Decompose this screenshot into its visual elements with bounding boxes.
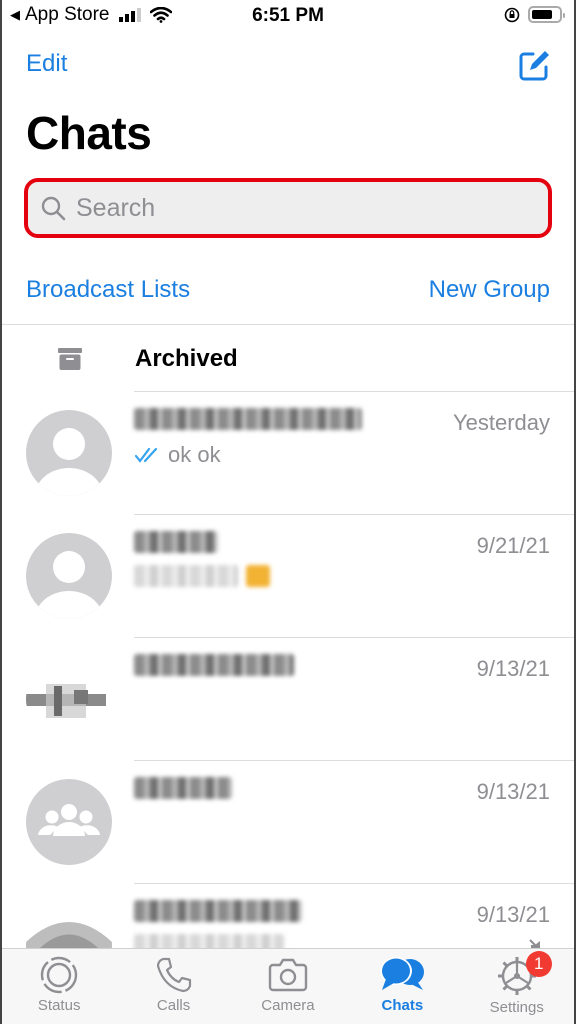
battery-icon: [528, 6, 565, 23]
status-icon: [40, 956, 78, 994]
broadcast-lists-link[interactable]: Broadcast Lists: [26, 276, 190, 304]
tab-status[interactable]: Status: [4, 949, 114, 1024]
archive-box-icon: [58, 348, 82, 370]
list-actions: Broadcast Lists New Group: [26, 276, 550, 310]
chat-row[interactable]: 9/13/21: [2, 638, 574, 761]
chat-name: [134, 900, 302, 928]
tab-label: Calls: [156, 997, 191, 1014]
default-person-avatar-icon: [35, 551, 103, 619]
tab-label: Status: [37, 997, 81, 1014]
redacted-name: [134, 531, 218, 553]
search-bar[interactable]: [24, 178, 552, 238]
avatar: [26, 410, 112, 496]
chat-name: [134, 408, 362, 436]
emoji-icon: [246, 565, 270, 587]
whatsapp-chats-screen: ◀ App Store 6:51 PM Edit Chats Search Br…: [0, 0, 576, 1024]
camera-icon: [268, 958, 308, 992]
redacted-name: [134, 900, 302, 922]
tab-label: Camera: [261, 997, 315, 1014]
compose-icon: [519, 51, 549, 81]
tab-bar: Status Calls Camera Chats 1 Settings: [2, 948, 574, 1024]
tab-calls[interactable]: Calls: [119, 949, 229, 1024]
default-group-avatar-icon: [38, 804, 100, 836]
back-app-label: App Store: [25, 4, 110, 25]
chat-time: Yesterday: [452, 410, 550, 435]
new-chat-button[interactable]: [516, 48, 552, 84]
avatar: [26, 779, 112, 865]
chat-bubbles-icon: [380, 957, 425, 990]
chat-time: 9/21/21: [476, 533, 550, 558]
page-title: Chats: [26, 107, 152, 159]
avatar: [26, 533, 112, 619]
battery-level: [532, 10, 552, 19]
default-person-avatar-icon: [35, 428, 103, 496]
status-bar: ◀ App Store 6:51 PM: [2, 0, 574, 34]
redacted-name: [134, 777, 232, 799]
chat-preview: [134, 565, 270, 587]
search-icon: [41, 196, 66, 221]
chat-row[interactable]: 9/13/21: [2, 761, 574, 884]
chat-name: [134, 531, 218, 559]
phone-icon: [156, 957, 191, 993]
chat-row[interactable]: 9/21/21: [2, 515, 574, 638]
double-check-read-icon: [134, 447, 158, 463]
top-actions: Edit: [26, 48, 552, 84]
cellular-signal-icon: [118, 8, 141, 22]
chat-name: [134, 654, 294, 682]
archived-label: Archived: [135, 345, 238, 372]
tab-chats[interactable]: Chats: [347, 949, 457, 1024]
tab-label: Settings: [489, 999, 544, 1016]
chat-time: 9/13/21: [476, 656, 550, 681]
chat-preview: ok ok: [134, 442, 221, 468]
chat-time: 9/13/21: [476, 902, 550, 927]
back-arrow-icon: ◀: [10, 7, 20, 22]
tab-settings[interactable]: 1 Settings: [462, 949, 572, 1024]
blurred-photo-avatar-icon: [26, 684, 106, 718]
chat-name: [134, 777, 232, 805]
tab-camera[interactable]: Camera: [233, 949, 343, 1024]
back-to-app-store[interactable]: ◀ App Store: [10, 4, 172, 26]
orientation-lock-icon: [504, 7, 520, 22]
notification-badge: 1: [525, 951, 552, 977]
search-input[interactable]: [76, 193, 548, 223]
chat-row[interactable]: Yesterday ok ok: [2, 392, 574, 515]
redacted-preview: [134, 565, 238, 587]
status-right: [504, 6, 565, 23]
chat-list: Yesterday ok ok 9/21/21 9/13/21 9/13/21 …: [2, 392, 574, 1007]
archived-row[interactable]: Archived: [2, 325, 574, 392]
tab-label: Chats: [381, 997, 424, 1014]
avatar: [26, 656, 112, 742]
redacted-name: [134, 654, 294, 676]
wifi-icon: [149, 7, 172, 23]
new-group-link[interactable]: New Group: [429, 276, 550, 304]
edit-button[interactable]: Edit: [26, 50, 67, 78]
preview-text: ok ok: [168, 442, 221, 467]
redacted-name: [134, 408, 362, 430]
chat-time: 9/13/21: [476, 779, 550, 804]
